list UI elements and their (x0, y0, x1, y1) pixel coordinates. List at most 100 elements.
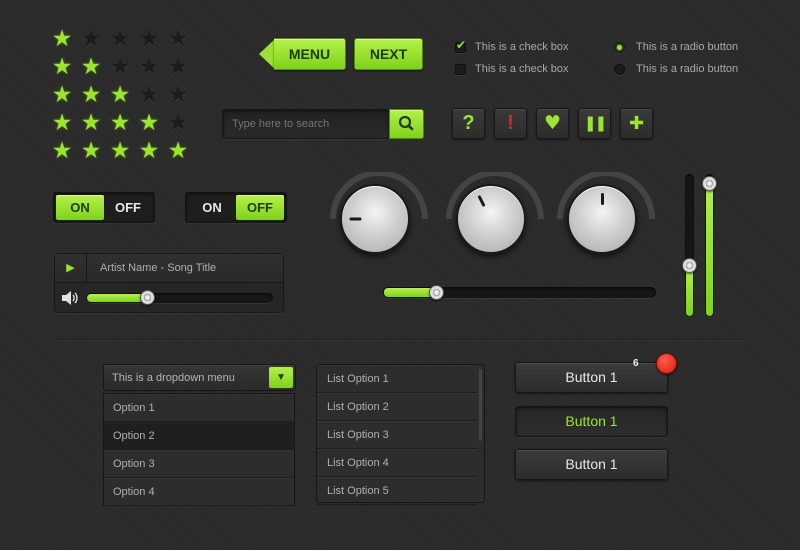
rotary-knob[interactable] (328, 172, 428, 272)
notification-count: 6 (633, 358, 639, 369)
star-icon[interactable]: ★ (109, 56, 131, 79)
star-icon[interactable]: ★ (167, 28, 189, 51)
star-icon[interactable]: ★ (109, 28, 131, 51)
star-icon[interactable]: ★ (109, 140, 131, 163)
toggle-switch-on[interactable]: ON OFF (53, 192, 155, 223)
button-1-pressed[interactable]: Button 1 (515, 406, 668, 437)
star-icon[interactable]: ★ (51, 56, 73, 79)
dropdown-option[interactable]: Option 4 (104, 478, 294, 506)
radio-1-label: This is a radio button (636, 41, 739, 53)
plus-icon: ✚ (628, 113, 645, 134)
knob-dial[interactable] (567, 184, 637, 254)
list-box: List Option 1 List Option 2 List Option 3L… (316, 364, 485, 505)
song-title: Artist Name - Song Title (100, 262, 217, 274)
star-icon[interactable]: ★ (167, 84, 189, 107)
star-icon[interactable]: ★ (80, 28, 102, 51)
favorite-button[interactable]: ♥ (536, 108, 569, 139)
list-scrollbar[interactable] (479, 369, 482, 441)
vertical-slider-track[interactable] (685, 174, 694, 317)
dropdown-option[interactable]: Option 3 (104, 450, 294, 478)
play-button[interactable]: ▶ (55, 254, 87, 283)
toggle-on-segment[interactable]: ON (188, 195, 236, 220)
toggle-off-segment[interactable]: OFF (236, 195, 284, 220)
horizontal-slider-fill (384, 288, 436, 297)
star-icon[interactable]: ★ (167, 140, 189, 163)
chevron-down-icon: ▼ (276, 372, 286, 383)
volume-slider-thumb[interactable] (140, 290, 156, 305)
search-input[interactable] (222, 109, 390, 139)
star-icon[interactable]: ★ (51, 112, 73, 135)
button-1-alt[interactable]: Button 1 (515, 449, 668, 480)
next-button[interactable]: NEXT (354, 38, 423, 70)
vertical-slider-thumb[interactable] (682, 257, 697, 273)
rotary-knob[interactable] (444, 172, 544, 272)
play-icon: ▶ (66, 262, 75, 274)
star-icon[interactable]: ★ (80, 56, 102, 79)
star-icon[interactable]: ★ (138, 84, 160, 107)
rotary-knob[interactable] (555, 172, 655, 272)
radio-2[interactable] (614, 64, 625, 75)
toggle-off-segment[interactable]: OFF (104, 195, 152, 220)
star-icon[interactable]: ★ (167, 56, 189, 79)
knob-indicator (349, 217, 361, 221)
list-option[interactable]: List Option 4 (317, 449, 477, 477)
toggle-on-segment[interactable]: ON (56, 195, 104, 220)
knob-dial[interactable] (456, 184, 526, 254)
player-header: ▶ Artist Name - Song Title (55, 254, 283, 283)
heart-icon: ♥ (543, 112, 562, 134)
button-1[interactable]: Button 1 (515, 362, 668, 393)
checkbox-1-label: This is a check box (475, 41, 569, 53)
checkmark-icon: ✔ (456, 38, 467, 52)
knob-indicator (477, 195, 486, 208)
checkbox-1[interactable]: ✔ (455, 38, 466, 53)
search-icon (398, 115, 414, 131)
pause-icon: ❚❚ (583, 114, 607, 132)
knob-indicator (600, 193, 604, 205)
help-icon: ? (462, 112, 475, 134)
menu-button[interactable]: MENU (274, 38, 346, 70)
dropdown-arrow-button[interactable]: ▼ (269, 367, 293, 388)
dropdown-selected: This is a dropdown menu (112, 372, 235, 384)
star-icon[interactable]: ★ (109, 84, 131, 107)
star-icon[interactable]: ★ (109, 112, 131, 135)
dropdown-option[interactable]: Option 2 (104, 422, 294, 450)
dropdown-options-list: Option 1 Option 2 Option 3 Option 4 (103, 393, 295, 506)
star-icon[interactable]: ★ (138, 112, 160, 135)
star-icon[interactable]: ★ (51, 84, 73, 107)
speaker-icon (62, 291, 78, 305)
checkbox-2[interactable] (455, 64, 466, 75)
star-icon[interactable]: ★ (80, 140, 102, 163)
dropdown-option[interactable]: Option 1 (104, 394, 294, 422)
volume-slider-fill (87, 294, 149, 302)
vertical-slider-track[interactable] (705, 174, 714, 317)
list-option[interactable]: List Option 1 (317, 365, 477, 393)
add-button[interactable]: ✚ (620, 108, 653, 139)
horizontal-slider-track[interactable] (383, 287, 656, 298)
star-icon[interactable]: ★ (51, 28, 73, 51)
help-button[interactable]: ? (452, 108, 485, 139)
alert-icon: ! (507, 112, 514, 134)
vertical-slider-thumb[interactable] (702, 176, 717, 192)
audio-player: ▶ Artist Name - Song Title (54, 253, 284, 313)
star-icon[interactable]: ★ (51, 140, 73, 163)
section-divider (56, 339, 746, 341)
star-icon[interactable]: ★ (167, 112, 189, 135)
star-icon[interactable]: ★ (138, 28, 160, 51)
radio-2-label: This is a radio button (636, 63, 739, 75)
dropdown-menu[interactable]: This is a dropdown menu ▼ (103, 364, 296, 391)
knob-dial[interactable] (340, 184, 410, 254)
toggle-switch-off[interactable]: ON OFF (185, 192, 287, 223)
vertical-slider-fill (706, 182, 713, 316)
pause-button[interactable]: ❚❚ (578, 108, 611, 139)
star-icon[interactable]: ★ (80, 112, 102, 135)
star-icon[interactable]: ★ (138, 140, 160, 163)
list-option[interactable]: List Option 5 (317, 477, 477, 505)
volume-slider-track[interactable] (86, 293, 273, 303)
list-option[interactable]: List Option 2 (317, 393, 477, 421)
alert-button[interactable]: ! (494, 108, 527, 139)
radio-1[interactable] (614, 42, 625, 53)
star-icon[interactable]: ★ (138, 56, 160, 79)
star-icon[interactable]: ★ (80, 84, 102, 107)
search-button[interactable] (389, 109, 424, 139)
list-option[interactable]: List Option 3 (317, 421, 477, 449)
